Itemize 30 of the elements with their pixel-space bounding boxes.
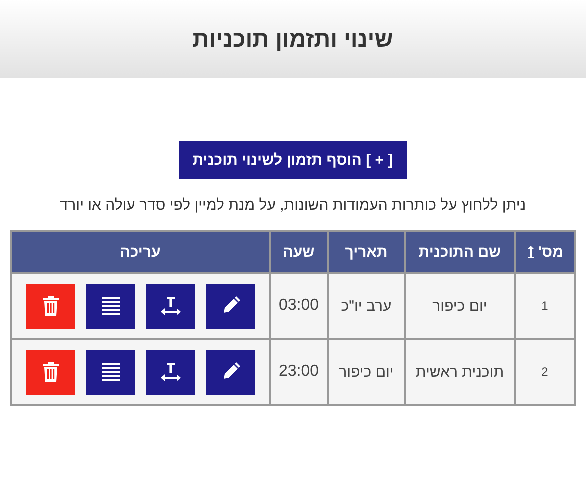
add-schedule-button[interactable]: [ + ] הוסף תזמון לשינוי תוכנית xyxy=(178,141,408,179)
pencil-button[interactable] xyxy=(206,284,255,328)
table-cell: יום כיפור xyxy=(328,339,405,405)
column-header[interactable]: מס' xyxy=(515,231,575,273)
text-width-icon xyxy=(158,294,182,318)
table-cell: 2 xyxy=(515,339,575,405)
column-header[interactable]: שעה xyxy=(270,231,328,273)
delete-button[interactable] xyxy=(26,350,75,394)
page-title: שינוי ותזמון תוכניות xyxy=(192,26,394,52)
text-width-button[interactable] xyxy=(146,284,195,328)
table-cell: 1 xyxy=(515,273,575,339)
delete-button[interactable] xyxy=(26,284,75,328)
table-cell: 03:00 xyxy=(270,273,328,339)
list-icon xyxy=(100,361,122,383)
trash-icon xyxy=(42,361,60,383)
column-header[interactable]: שם התוכנית xyxy=(405,231,515,273)
list-button[interactable] xyxy=(86,350,135,394)
text-width-button[interactable] xyxy=(146,350,195,394)
column-header[interactable]: עריכה xyxy=(11,231,270,273)
column-header[interactable]: תאריך xyxy=(328,231,405,273)
table-cell: ערב יו"כ xyxy=(328,273,405,339)
table-cell: יום כיפור xyxy=(405,273,515,339)
list-button[interactable] xyxy=(86,284,135,328)
list-icon xyxy=(100,295,122,317)
table-cell: 23:00 xyxy=(270,339,328,405)
table-cell: תוכנית ראשית xyxy=(405,339,515,405)
text-width-icon xyxy=(158,360,182,384)
pencil-button[interactable] xyxy=(206,350,255,394)
sort-hint: ניתן ללחוץ על כותרות העמודות השונות, על מנת למיין לפי סדר עולה או יורד xyxy=(58,197,528,214)
trash-icon xyxy=(42,295,60,317)
